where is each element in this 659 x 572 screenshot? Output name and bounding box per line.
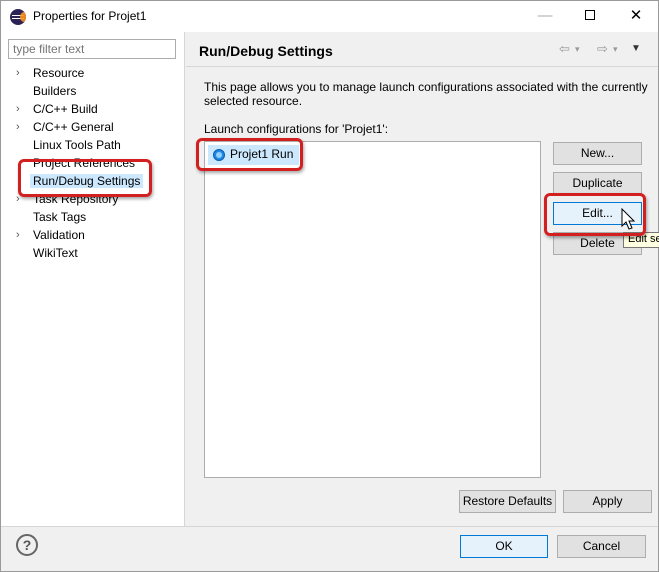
tree-item-label: WikiText: [33, 246, 78, 260]
back-icon[interactable]: ⇦: [559, 41, 570, 57]
chevron-right-icon[interactable]: ›: [16, 121, 20, 133]
close-button[interactable]: ✕: [613, 1, 659, 32]
tree-item-linux-tools-path[interactable]: Linux Tools Path: [1, 136, 185, 154]
footer-separator: [1, 526, 658, 527]
tree-item-label: C/C++ General: [33, 120, 114, 134]
help-icon[interactable]: ?: [16, 534, 38, 556]
properties-dialog: Properties for Projet1 — ✕ › Resource Bu…: [0, 0, 659, 572]
ok-button[interactable]: OK: [460, 535, 548, 558]
tree-item-cpp-general[interactable]: › C/C++ General: [1, 118, 185, 136]
page-title: Run/Debug Settings: [199, 43, 333, 59]
highlight-edit-button: [544, 193, 646, 236]
tree-item-label: Resource: [33, 66, 85, 80]
history-nav: ⇦ ▾ ⇨ ▾ ▼: [559, 41, 649, 59]
highlight-run-debug-settings: [18, 159, 152, 197]
new-button[interactable]: New...: [553, 142, 642, 165]
tree-item-label: Task Tags: [33, 210, 87, 224]
eclipse-icon: [10, 9, 26, 25]
filter-input[interactable]: [8, 39, 176, 59]
tree-item-builders[interactable]: Builders: [1, 82, 185, 100]
view-menu-icon[interactable]: ▼: [631, 43, 641, 54]
apply-button[interactable]: Apply: [563, 490, 652, 513]
forward-menu-icon[interactable]: ▾: [613, 44, 618, 55]
back-menu-icon[interactable]: ▾: [575, 44, 580, 55]
settings-panel: Run/Debug Settings ⇦ ▾ ⇨ ▾ ▼ This page a…: [186, 32, 658, 526]
maximize-button[interactable]: [567, 1, 613, 32]
chevron-right-icon[interactable]: ›: [16, 67, 20, 79]
title-separator: [186, 66, 658, 67]
tree-item-label: Validation: [33, 228, 85, 242]
highlight-projet1-run: [196, 138, 303, 171]
window-title: Properties for Projet1: [33, 9, 147, 23]
maximize-icon: [585, 9, 595, 20]
tree-item-resource[interactable]: › Resource: [1, 64, 185, 82]
duplicate-button[interactable]: Duplicate: [553, 172, 642, 195]
forward-icon[interactable]: ⇨: [597, 41, 608, 57]
tree-item-wikitext[interactable]: WikiText: [1, 244, 185, 262]
minimize-button[interactable]: —: [522, 1, 568, 32]
launch-configs-label: Launch configurations for 'Projet1':: [204, 122, 389, 136]
cancel-button[interactable]: Cancel: [557, 535, 646, 558]
title-bar: Properties for Projet1 — ✕: [1, 1, 658, 32]
page-description: This page allows you to manage launch co…: [204, 80, 648, 108]
tree-item-validation[interactable]: › Validation: [1, 226, 185, 244]
tree-item-label: C/C++ Build: [33, 102, 98, 116]
tree-item-label: Linux Tools Path: [33, 138, 121, 152]
tree-item-label: Builders: [33, 84, 77, 98]
chevron-right-icon[interactable]: ›: [16, 103, 20, 115]
category-panel: › Resource Builders › C/C++ Build › C/C+…: [1, 32, 185, 526]
restore-defaults-button[interactable]: Restore Defaults: [459, 490, 556, 513]
chevron-right-icon[interactable]: ›: [16, 229, 20, 241]
launch-configs-list[interactable]: Projet1 Run: [204, 141, 541, 478]
tree-item-cpp-build[interactable]: › C/C++ Build: [1, 100, 185, 118]
tree-item-task-tags[interactable]: Task Tags: [1, 208, 185, 226]
